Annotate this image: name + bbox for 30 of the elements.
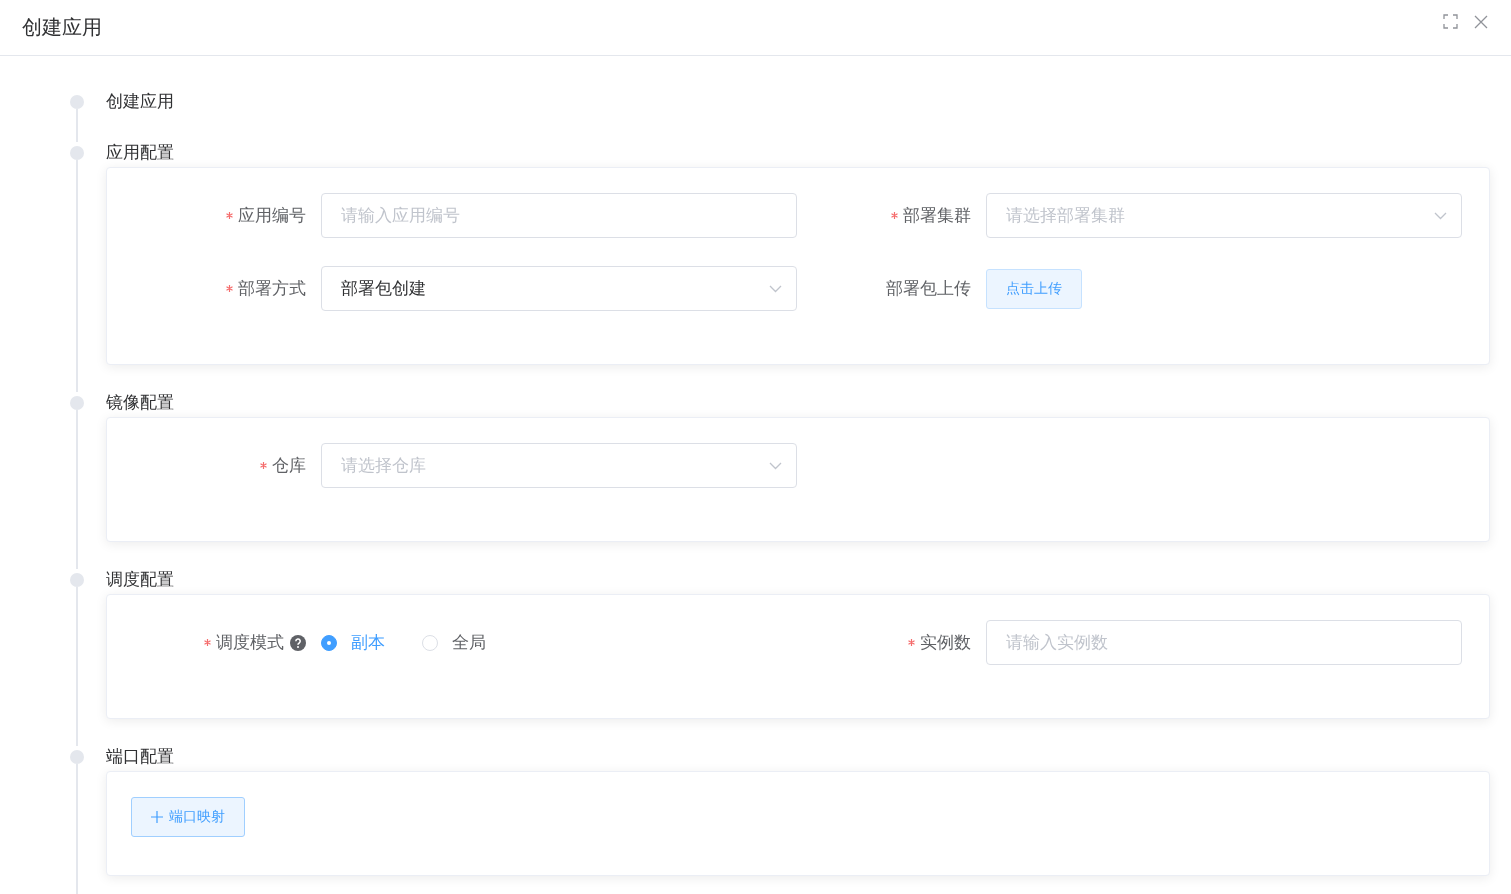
step-title: 端口配置 <box>106 746 175 768</box>
select-field[interactable]: 请选择部署集群 <box>986 193 1462 238</box>
chevron-down-icon <box>769 461 782 470</box>
upload-button[interactable]: 点击上传 <box>986 268 1082 309</box>
help-icon[interactable] <box>290 634 306 651</box>
chevron-down-icon <box>769 284 782 293</box>
close-icon[interactable] <box>1474 14 1488 29</box>
plus-icon <box>151 811 163 823</box>
step-title: 调度配置 <box>106 569 175 591</box>
step-title: 应用配置 <box>106 142 175 164</box>
add-port-mapping-button[interactable]: 端口映射 <box>131 797 245 837</box>
select-field[interactable]: 请选择仓库 <box>321 443 797 488</box>
field-label: 部署集群 <box>903 205 971 227</box>
field-label: 实例数 <box>920 632 971 654</box>
field-label: 部署包上传 <box>886 278 971 300</box>
field-label: 调度模式 <box>216 632 284 654</box>
chevron-down-icon <box>1434 211 1447 220</box>
radio-button[interactable] <box>321 634 337 651</box>
text-input-field[interactable]: 请输入应用编号 <box>321 193 797 238</box>
radio-label[interactable]: 全局 <box>452 631 486 654</box>
step-title: 镜像配置 <box>106 392 175 414</box>
radio-label[interactable]: 副本 <box>351 631 385 654</box>
field-label: 仓库 <box>272 455 306 477</box>
step-title: 创建应用 <box>106 91 175 113</box>
field-label: 应用编号 <box>238 205 306 227</box>
text-input-field[interactable]: 请输入实例数 <box>986 620 1462 665</box>
fullscreen-icon[interactable] <box>1443 14 1458 29</box>
dialog-title: 创建应用 <box>22 15 103 40</box>
select-field[interactable]: 部署包创建 <box>321 266 797 311</box>
field-label: 部署方式 <box>238 278 306 300</box>
